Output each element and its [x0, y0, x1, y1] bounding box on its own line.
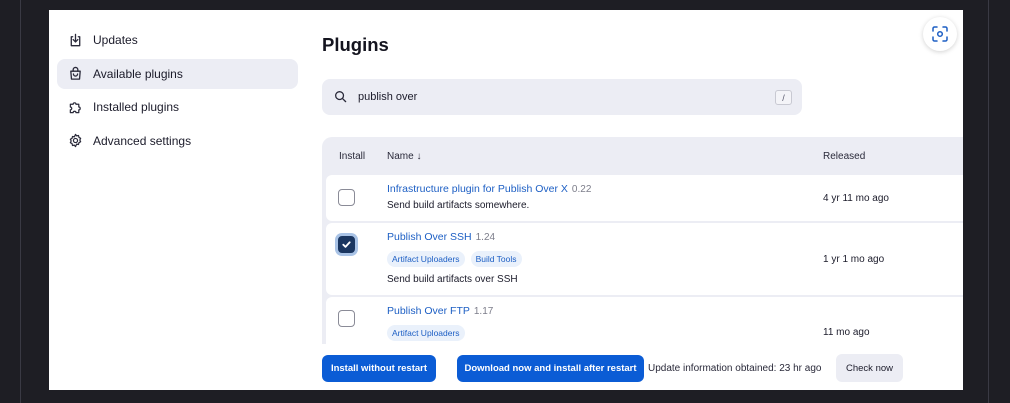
install-checkbox[interactable]: [338, 310, 355, 327]
scan-icon: [932, 26, 948, 42]
sidebar-item-installed-plugins[interactable]: Installed plugins: [57, 92, 298, 122]
sidebar-item-updates[interactable]: Updates: [57, 25, 298, 55]
checkmark-icon: [342, 241, 351, 248]
released-date: 1 yr 1 mo ago: [823, 254, 885, 265]
plugins-window: Updates Available plugins Installed plug…: [49, 10, 963, 390]
sidebar-item-label: Installed plugins: [93, 100, 180, 114]
plugin-name-link[interactable]: Publish Over FTP 1.17: [387, 305, 493, 317]
sidebar-item-label: Advanced settings: [93, 133, 192, 148]
check-now-button[interactable]: Check now: [836, 354, 903, 382]
page-title: Plugins: [322, 34, 389, 55]
tag-artifact-uploaders[interactable]: Artifact Uploaders: [387, 325, 465, 341]
search-icon: [334, 90, 348, 104]
tag-build-tools[interactable]: Build Tools: [470, 251, 522, 267]
plugin-version: 1.24: [475, 232, 496, 243]
install-checkbox[interactable]: [338, 189, 355, 206]
plugin-tags: Artifact Uploaders: [387, 325, 465, 341]
column-header-name[interactable]: Name ↓: [387, 151, 421, 162]
plugin-description: Send build artifacts over SSH: [387, 274, 518, 285]
plugin-name-link[interactable]: Infrastructure plugin for Publish Over X…: [387, 183, 591, 195]
table-row: Publish Over SSH 1.24 Artifact Uploaders …: [326, 223, 963, 295]
bottom-action-bar: Install without restart Download now and…: [309, 344, 963, 390]
shopping-bag-icon: [67, 66, 83, 82]
search-input[interactable]: [358, 91, 758, 103]
plugin-version: 0.22: [571, 184, 592, 195]
plugin-description: Send build artifacts somewhere.: [387, 200, 530, 211]
released-date: 4 yr 11 mo ago: [823, 193, 889, 204]
tag-artifact-uploaders[interactable]: Artifact Uploaders: [387, 251, 465, 267]
column-header-released[interactable]: Released: [823, 151, 865, 162]
right-edge-line: [988, 0, 989, 403]
puzzle-icon: [67, 99, 83, 115]
install-checkbox[interactable]: [338, 236, 355, 253]
sidebar: Updates Available plugins Installed plug…: [57, 25, 298, 159]
plugin-version: 1.17: [473, 306, 494, 317]
sidebar-item-advanced-settings[interactable]: Advanced settings: [57, 126, 298, 156]
download-icon: [67, 32, 83, 48]
sidebar-item-available-plugins[interactable]: Available plugins: [57, 58, 298, 89]
search-bar: /: [322, 79, 802, 115]
table-row: Infrastructure plugin for Publish Over X…: [326, 175, 963, 221]
download-and-install-button[interactable]: Download now and install after restart: [457, 355, 644, 382]
released-date: 11 mo ago: [823, 327, 870, 338]
screenshot-scan-button[interactable]: [923, 17, 957, 51]
table-header: Install Name ↓ Released: [322, 137, 963, 175]
gear-icon: [67, 133, 83, 149]
sidebar-item-label: Updates: [93, 33, 138, 47]
install-without-restart-button[interactable]: Install without restart: [322, 355, 436, 382]
sidebar-item-label: Available plugins: [93, 66, 183, 81]
column-header-install: Install: [339, 151, 366, 162]
left-edge-line: [20, 0, 21, 403]
update-info-text: Update information obtained: 23 hr ago: [648, 363, 822, 374]
plugin-tags: Artifact Uploaders Build Tools: [387, 251, 522, 267]
keyboard-shortcut-hint: /: [775, 90, 792, 105]
plugin-name-link[interactable]: Publish Over SSH 1.24: [387, 231, 495, 243]
